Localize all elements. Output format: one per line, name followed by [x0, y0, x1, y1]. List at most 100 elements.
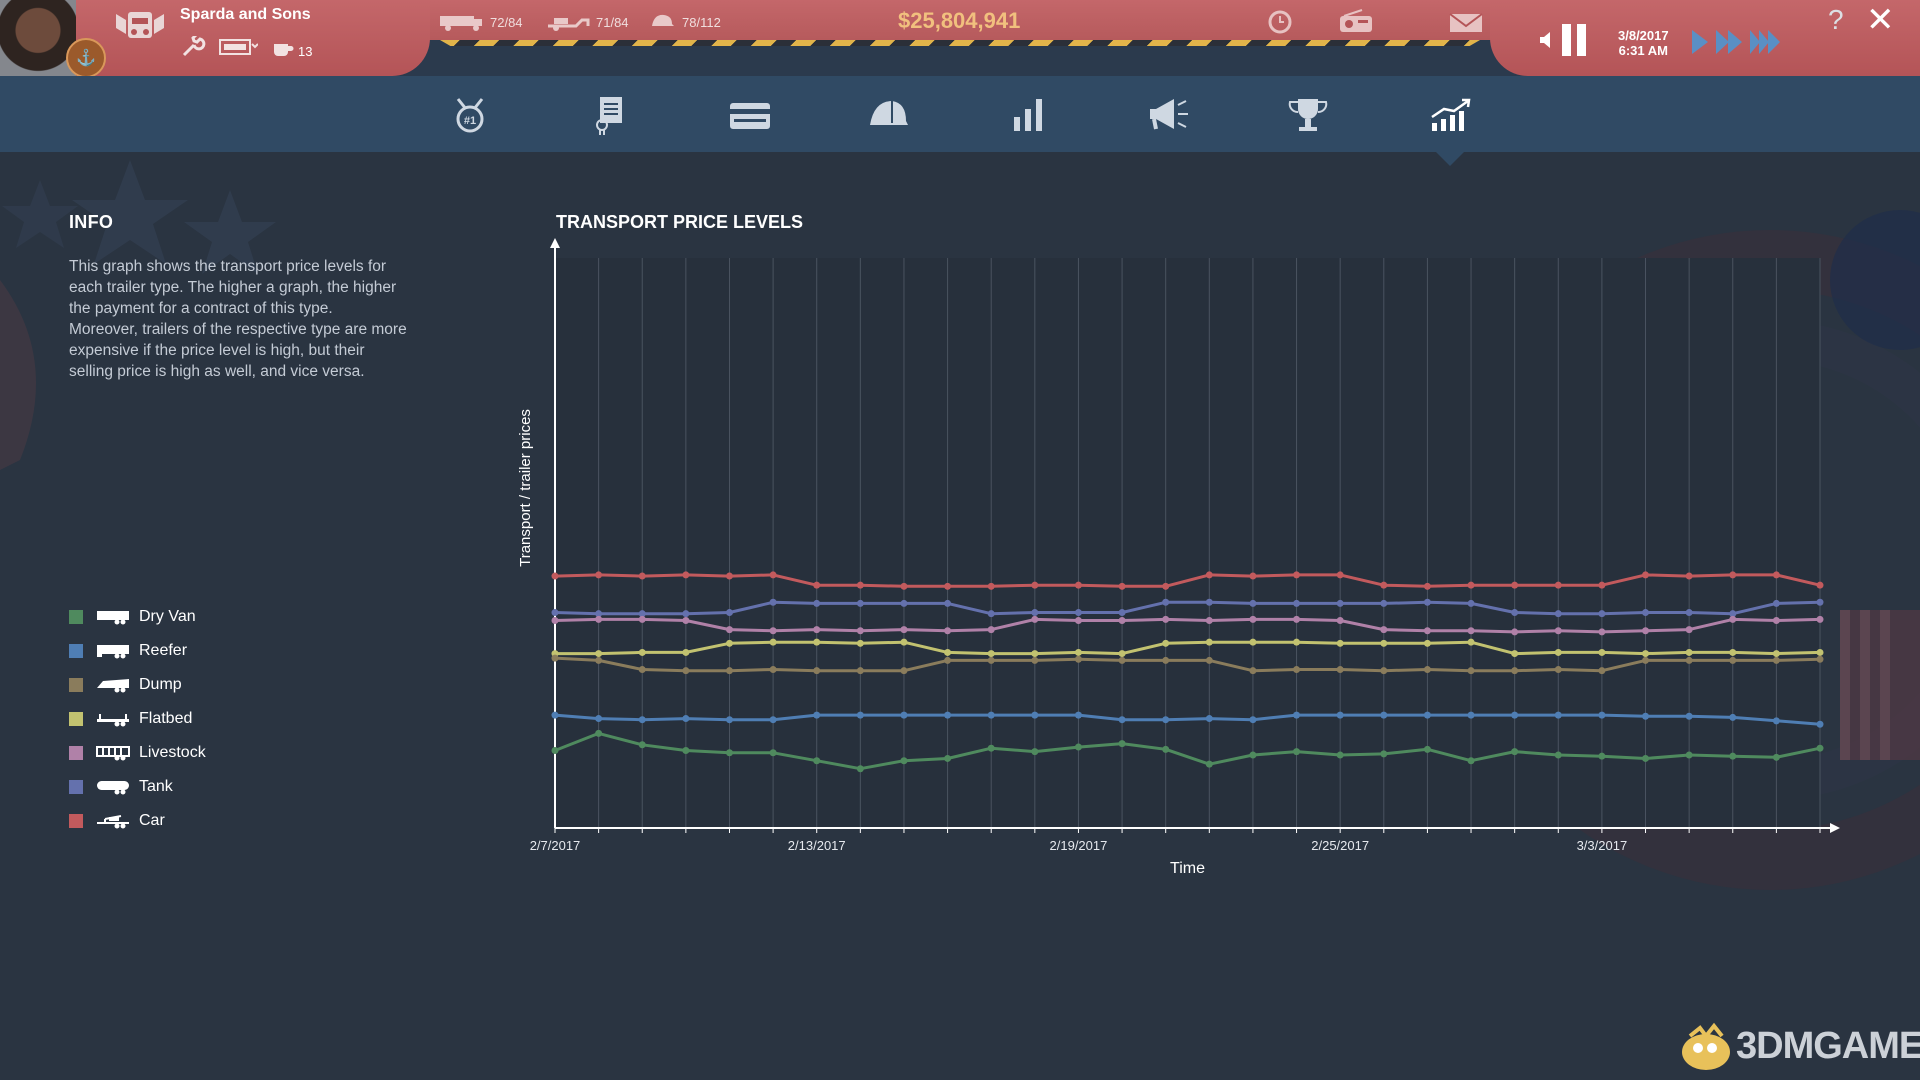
- data-point-reefer: [682, 715, 690, 723]
- data-point-flatbed: [1162, 639, 1170, 647]
- data-point-tank: [551, 609, 559, 617]
- company-logo-icon[interactable]: [112, 4, 168, 44]
- data-point-car: [769, 571, 777, 579]
- legend-item-dump[interactable]: Dump: [69, 668, 206, 702]
- data-point-dry-van: [682, 746, 690, 754]
- staff-count: 13: [298, 44, 313, 59]
- data-point-flatbed: [1293, 638, 1301, 646]
- play-speed-3-icon[interactable]: [1748, 28, 1782, 56]
- trailer-stat[interactable]: 71/84: [546, 12, 629, 32]
- data-point-flatbed: [900, 638, 908, 646]
- legend-item-flatbed[interactable]: Flatbed: [69, 702, 206, 736]
- tab-staff[interactable]: [858, 90, 918, 140]
- data-point-flatbed: [1685, 648, 1693, 656]
- company-tools: 13: [180, 34, 312, 59]
- legend-item-tank[interactable]: Tank: [69, 770, 206, 804]
- alarm-clock-icon[interactable]: [1262, 8, 1298, 36]
- data-point-livestock: [856, 627, 864, 635]
- data-point-car: [944, 582, 952, 590]
- data-point-car: [813, 581, 821, 589]
- legend-swatch: [69, 780, 83, 794]
- data-point-dry-van: [595, 729, 603, 737]
- data-point-livestock: [944, 627, 952, 635]
- data-point-reefer: [1423, 711, 1431, 719]
- data-point-flatbed: [1380, 639, 1388, 647]
- data-point-livestock: [1685, 626, 1693, 634]
- play-speed-1-icon[interactable]: [1690, 28, 1710, 56]
- data-point-reefer: [725, 716, 733, 724]
- data-point-tank: [682, 610, 690, 618]
- data-point-car: [682, 571, 690, 579]
- dump-trailer-icon: [97, 679, 129, 693]
- data-point-car: [1118, 582, 1126, 590]
- close-icon[interactable]: ✕: [1866, 0, 1895, 40]
- data-point-dump: [1249, 667, 1257, 675]
- data-point-tank: [1467, 599, 1475, 607]
- driver-stat[interactable]: 78/112: [650, 12, 721, 32]
- tab-marketing[interactable]: [1138, 90, 1198, 140]
- data-point-dump: [1729, 656, 1737, 664]
- data-point-car: [1336, 571, 1344, 579]
- data-point-dry-van: [1249, 751, 1257, 759]
- legend-item-dry-van[interactable]: Dry Van: [69, 600, 206, 634]
- data-point-flatbed: [595, 650, 603, 658]
- data-point-tank: [1642, 609, 1650, 617]
- legend-item-car[interactable]: Car: [69, 804, 206, 838]
- x-tick-label: 2/7/2017: [530, 838, 581, 853]
- play-speed-2-icon[interactable]: [1714, 28, 1744, 56]
- pause-icon[interactable]: [1558, 22, 1592, 58]
- data-point-car: [1423, 582, 1431, 590]
- tab-finances[interactable]: [720, 90, 780, 140]
- watermark: 3DMGAME: [1676, 1020, 1920, 1072]
- manager-avatar[interactable]: [0, 0, 76, 76]
- help-icon[interactable]: ?: [1828, 4, 1844, 36]
- balance[interactable]: $25,804,941: [898, 8, 1020, 34]
- main-nav: #1: [0, 76, 1920, 152]
- mail-icon[interactable]: [1448, 8, 1484, 36]
- data-point-tank: [1118, 609, 1126, 617]
- data-point-dry-van: [1467, 757, 1475, 765]
- tab-statistics[interactable]: [998, 90, 1058, 140]
- data-point-car: [1205, 571, 1213, 579]
- radio-icon[interactable]: [1338, 8, 1374, 36]
- megaphone-icon: [1150, 99, 1188, 130]
- tab-contracts[interactable]: [580, 90, 640, 140]
- data-point-livestock: [1816, 615, 1824, 623]
- data-point-car: [1642, 571, 1650, 579]
- data-point-reefer: [1074, 711, 1082, 719]
- data-point-flatbed: [1729, 648, 1737, 656]
- x-tick-label: 2/13/2017: [788, 838, 846, 853]
- document-icon: [596, 97, 622, 135]
- active-tab-indicator: [1436, 152, 1464, 166]
- legend-item-livestock[interactable]: Livestock: [69, 736, 206, 770]
- cap-icon: [870, 101, 908, 125]
- data-point-dry-van: [1642, 754, 1650, 762]
- data-point-dry-van: [1336, 751, 1344, 759]
- trend-chart-icon: [1431, 98, 1471, 131]
- legend-swatch: [69, 678, 83, 692]
- data-point-dry-van: [1598, 752, 1606, 760]
- data-point-dry-van: [813, 757, 821, 765]
- garage-truck-icon[interactable]: [218, 36, 258, 58]
- truck-stat[interactable]: 72/84: [440, 12, 523, 32]
- legend-item-reefer[interactable]: Reefer: [69, 634, 206, 668]
- trailer-count: 71/84: [596, 14, 629, 30]
- tab-market-trends[interactable]: [1420, 90, 1480, 140]
- data-point-dump: [1642, 656, 1650, 664]
- y-axis-arrow: [550, 238, 560, 248]
- tab-ranking[interactable]: [1278, 90, 1338, 140]
- data-point-tank: [987, 610, 995, 618]
- y-axis-label: Transport / trailer prices: [517, 409, 534, 567]
- data-point-flatbed: [1598, 648, 1606, 656]
- data-point-flatbed: [856, 639, 864, 647]
- legend-swatch: [69, 712, 83, 726]
- coffee-cup-icon[interactable]: [270, 36, 296, 58]
- wrench-icon[interactable]: [180, 35, 206, 58]
- data-point-reefer: [1642, 712, 1650, 720]
- speaker-icon[interactable]: [1540, 32, 1552, 48]
- tab-reputation[interactable]: #1: [440, 90, 500, 140]
- data-point-flatbed: [1205, 638, 1213, 646]
- data-point-reefer: [856, 711, 864, 719]
- data-point-livestock: [1467, 627, 1475, 635]
- bar-chart-icon: [1014, 99, 1042, 131]
